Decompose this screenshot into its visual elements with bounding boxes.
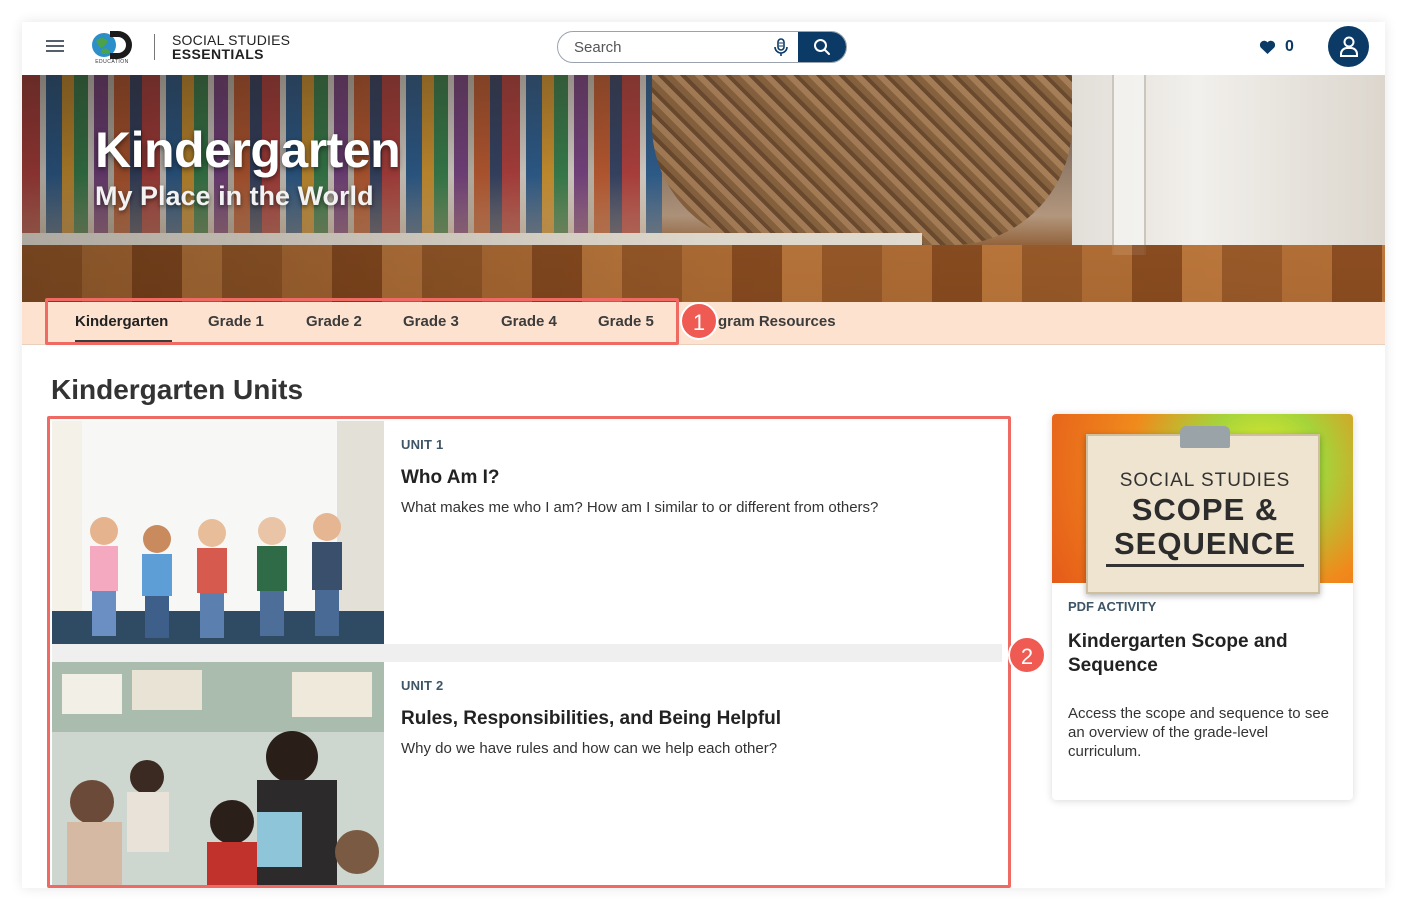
image-rule (1106, 564, 1304, 567)
app-frame: EDUCATION SOCIAL STUDIES ESSENTIALS Sear… (22, 22, 1385, 888)
units-heading: Kindergarten Units (51, 374, 304, 405)
brand-line-2: ESSENTIALS (172, 46, 264, 62)
search-button[interactable] (798, 32, 846, 62)
image-text-social-studies: SOCIAL STUDIES (1119, 470, 1291, 491)
favorites-count: 0 (1285, 38, 1294, 55)
clipboard-graphic: SOCIAL STUDIES SCOPE & SEQUENCE (1086, 426, 1320, 594)
page-title: Kindergarten (95, 122, 401, 178)
product-brand[interactable]: SOCIAL STUDIES ESSENTIALS (172, 33, 290, 61)
callout-2-outline (47, 416, 1011, 888)
discovery-education-logo[interactable]: EDUCATION (90, 29, 134, 67)
page-subtitle: My Place in the World (95, 181, 374, 211)
resource-title: Kindergarten Scope and Sequence (1068, 631, 1288, 676)
resource-tag: PDF ACTIVITY (1068, 599, 1157, 614)
hero-banner: Kindergarten My Place in the World (22, 75, 1385, 302)
menu-icon[interactable] (46, 40, 64, 54)
image-text-scope: SCOPE & (1131, 492, 1279, 527)
heart-icon (1259, 40, 1276, 54)
search-input[interactable] (558, 32, 768, 62)
scope-sequence-image: SOCIAL STUDIES SCOPE & SEQUENCE (1052, 414, 1353, 594)
microphone-icon[interactable] (772, 38, 790, 58)
callout-2-badge: 2 (1008, 636, 1046, 674)
clipboard-clip (1180, 426, 1230, 448)
search-icon (814, 39, 830, 55)
tab-program-resources[interactable]: gram Resources (718, 302, 836, 345)
scope-sequence-card[interactable]: SOCIAL STUDIES SCOPE & SEQUENCE PDF ACTI… (1052, 414, 1353, 800)
resource-description: Access the scope and sequence to see an … (1068, 705, 1330, 760)
favorites-button[interactable]: 0 (1259, 37, 1294, 57)
user-icon (1340, 36, 1358, 57)
callout-1-outline (45, 298, 679, 345)
logo-divider (154, 34, 155, 60)
logo-caption: EDUCATION (95, 59, 129, 65)
top-bar: EDUCATION SOCIAL STUDIES ESSENTIALS Sear… (22, 22, 1385, 75)
search-bar (557, 31, 847, 63)
callout-1-badge: 1 (680, 302, 718, 340)
brand-line-1: SOCIAL STUDIES (172, 32, 291, 48)
user-avatar[interactable] (1328, 26, 1369, 67)
image-text-sequence: SEQUENCE (1114, 526, 1296, 561)
